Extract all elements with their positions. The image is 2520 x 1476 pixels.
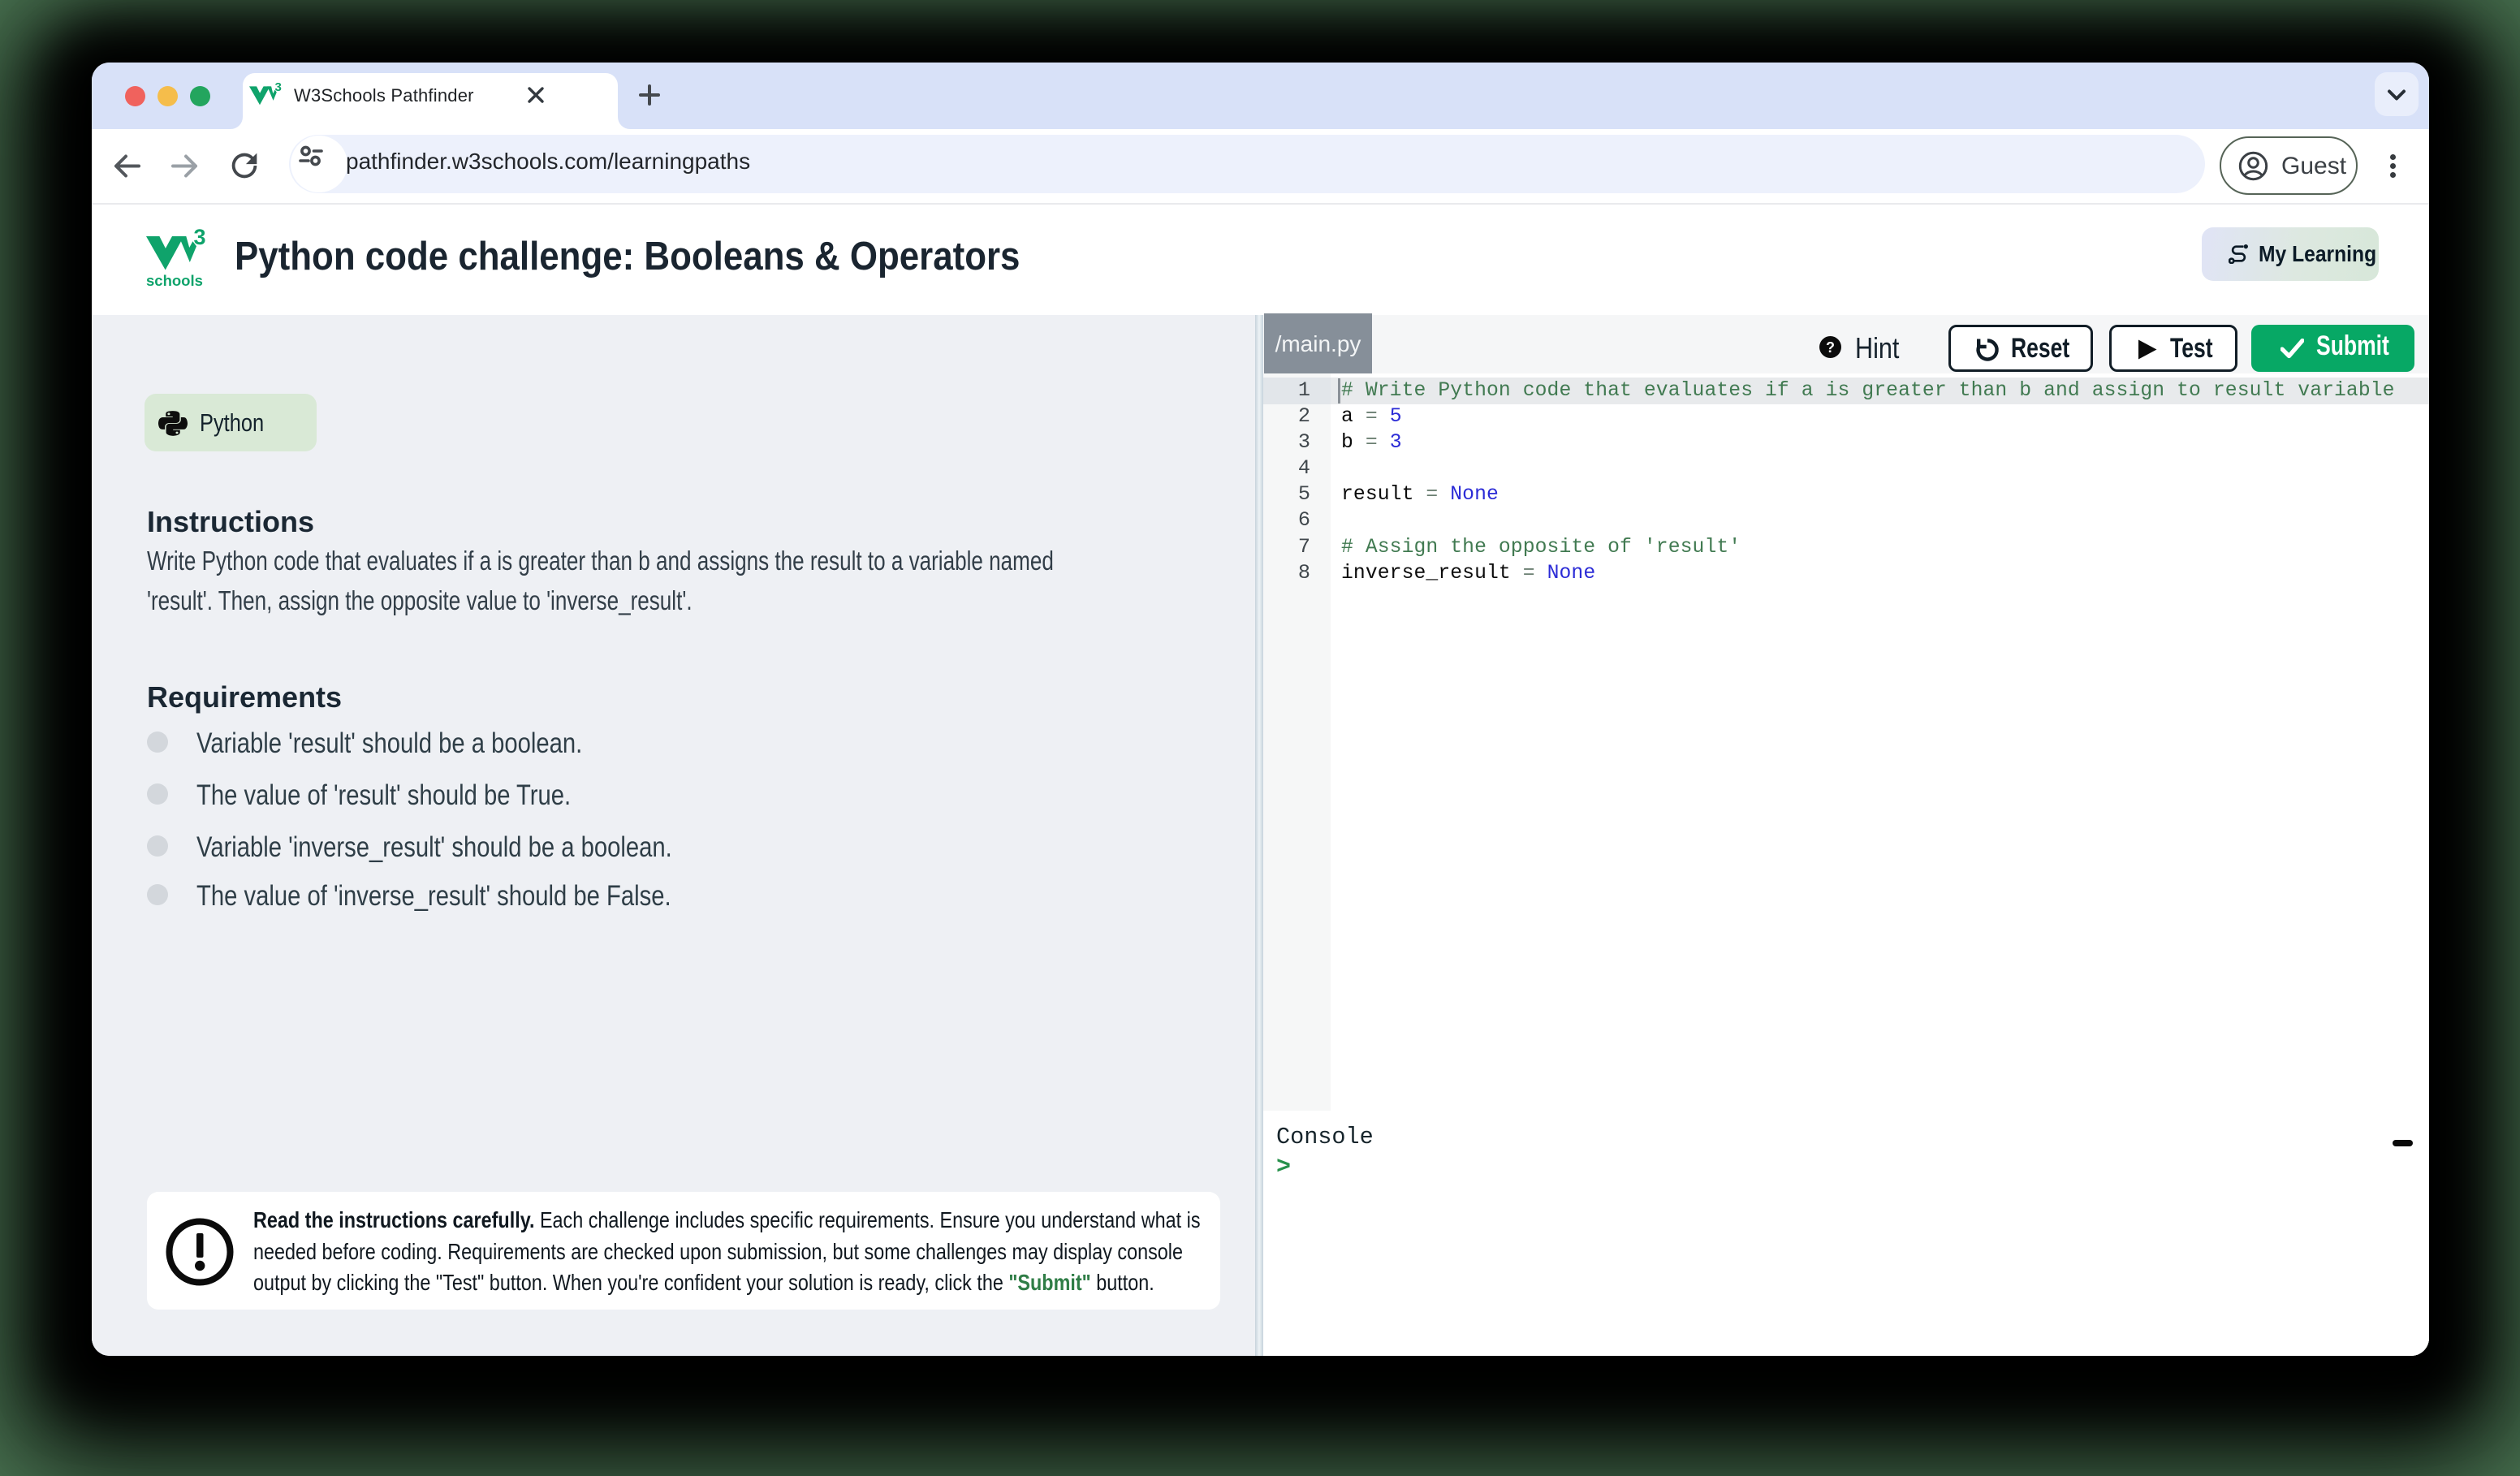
svg-text:?: ? bbox=[1826, 339, 1835, 356]
svg-text:3: 3 bbox=[194, 225, 206, 249]
svg-text:3: 3 bbox=[275, 80, 282, 94]
svg-text:schools: schools bbox=[146, 272, 203, 289]
